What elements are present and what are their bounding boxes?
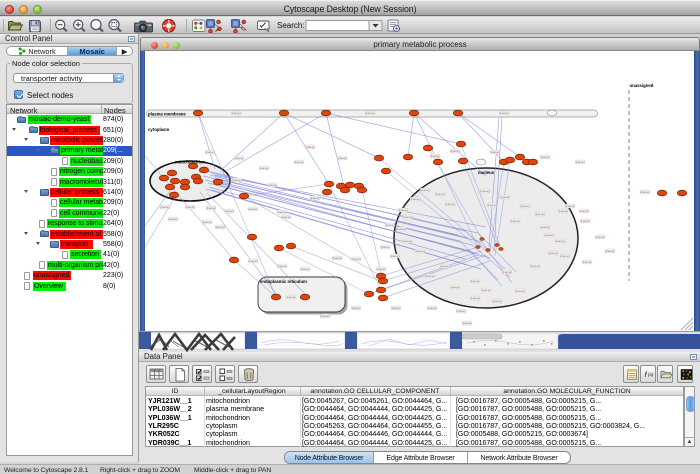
svg-text:(name): (name) (436, 192, 445, 196)
svg-text:Search:: Search: (277, 21, 305, 30)
svg-text:(name): (name) (207, 206, 216, 210)
svg-text:(name): (name) (391, 254, 400, 258)
svg-text:(name): (name) (352, 257, 361, 261)
svg-text:(name): (name) (338, 156, 347, 160)
svg-text:(name): (name) (541, 155, 550, 159)
svg-text:(name): (name) (606, 249, 615, 253)
svg-text:nucleus: nucleus (478, 170, 495, 175)
svg-text:(name): (name) (232, 111, 241, 115)
svg-text:(name): (name) (278, 264, 287, 268)
svg-text:(name): (name) (295, 160, 304, 164)
svg-text:(name): (name) (596, 235, 605, 239)
svg-text:(name): (name) (249, 207, 258, 211)
svg-text:(name): (name) (482, 288, 491, 292)
svg-text:(name): (name) (282, 215, 291, 219)
svg-text:(name): (name) (559, 209, 568, 213)
svg-text:(name): (name) (301, 267, 310, 271)
svg-text:(name): (name) (493, 299, 502, 303)
svg-text:(name): (name) (233, 178, 242, 182)
svg-text:(name): (name) (556, 239, 565, 243)
svg-text:(name): (name) (397, 227, 406, 231)
svg-text:(name): (name) (216, 225, 225, 229)
svg-text:(name): (name) (268, 183, 277, 187)
svg-text:(name): (name) (161, 205, 170, 209)
svg-text:(name): (name) (431, 154, 440, 158)
svg-text:(name): (name) (403, 239, 412, 243)
svg-text:(name): (name) (404, 215, 413, 219)
svg-text:(name): (name) (260, 166, 269, 170)
svg-text:(name): (name) (392, 306, 401, 310)
svg-text:(name): (name) (581, 219, 590, 223)
svg-text:(name): (name) (377, 267, 386, 271)
svg-text:(name): (name) (521, 204, 530, 208)
svg-text:(name): (name) (545, 233, 554, 237)
svg-text:(name): (name) (451, 285, 460, 289)
svg-text:(name): (name) (225, 209, 234, 213)
svg-text:(name): (name) (416, 249, 425, 253)
svg-text:(name): (name) (311, 196, 320, 200)
svg-text:(name): (name) (463, 321, 472, 325)
svg-text:(name): (name) (491, 150, 500, 154)
svg-text:(name): (name) (366, 111, 375, 115)
svg-text:(name): (name) (321, 314, 330, 318)
svg-text:(name): (name) (186, 205, 195, 209)
svg-text:(name): (name) (426, 274, 435, 278)
svg-text:(name): (name) (421, 188, 430, 192)
svg-text:(name): (name) (516, 289, 525, 293)
svg-text:(name): (name) (428, 306, 437, 310)
svg-text:(name): (name) (576, 160, 585, 164)
svg-text:(name): (name) (536, 212, 545, 216)
svg-text:(name): (name) (641, 190, 650, 194)
svg-text:(name): (name) (511, 219, 520, 223)
svg-text:(name): (name) (278, 210, 287, 214)
svg-text:(name): (name) (503, 270, 512, 274)
svg-text:(name): (name) (411, 197, 420, 201)
svg-text:(name): (name) (481, 189, 490, 193)
svg-text:(name): (name) (561, 254, 570, 258)
svg-text:(name): (name) (446, 202, 455, 206)
svg-text:mitochondrion: mitochondrion (175, 160, 205, 165)
svg-text:(name): (name) (287, 295, 296, 299)
svg-text:(name): (name) (203, 220, 212, 224)
svg-text:(name): (name) (352, 306, 361, 310)
svg-text:(name): (name) (386, 223, 395, 227)
svg-text:(x): (x) (647, 372, 653, 378)
svg-text:(name): (name) (471, 279, 480, 283)
svg-text:(name): (name) (169, 217, 178, 221)
svg-text:endoplasmic reticulum: endoplasmic reticulum (260, 279, 307, 284)
svg-text:plasma membrane: plasma membrane (148, 112, 186, 117)
svg-text:(name): (name) (501, 195, 510, 199)
svg-text:(name): (name) (441, 264, 450, 268)
svg-text:(name): (name) (566, 204, 575, 208)
svg-text:(name): (name) (206, 150, 215, 154)
svg-text:(name): (name) (580, 209, 589, 213)
svg-text:(name): (name) (399, 208, 408, 212)
svg-text:(name): (name) (541, 225, 550, 229)
svg-text:(name): (name) (451, 149, 460, 153)
svg-text:(name): (name) (381, 245, 390, 249)
svg-text:(name): (name) (549, 251, 558, 255)
svg-text:(name): (name) (583, 260, 592, 264)
svg-text:(name): (name) (471, 296, 480, 300)
svg-text:(name): (name) (500, 111, 509, 115)
svg-text:(name): (name) (488, 203, 497, 207)
svg-text:(name): (name) (457, 309, 466, 313)
svg-text:(name): (name) (531, 264, 540, 268)
svg-text:(name): (name) (249, 259, 258, 263)
svg-text:cytoplasm: cytoplasm (148, 127, 169, 132)
svg-text:(name): (name) (235, 156, 244, 160)
svg-text:unassigned: unassigned (630, 83, 654, 88)
svg-text:(name): (name) (333, 256, 342, 260)
svg-text:(name): (name) (306, 145, 315, 149)
